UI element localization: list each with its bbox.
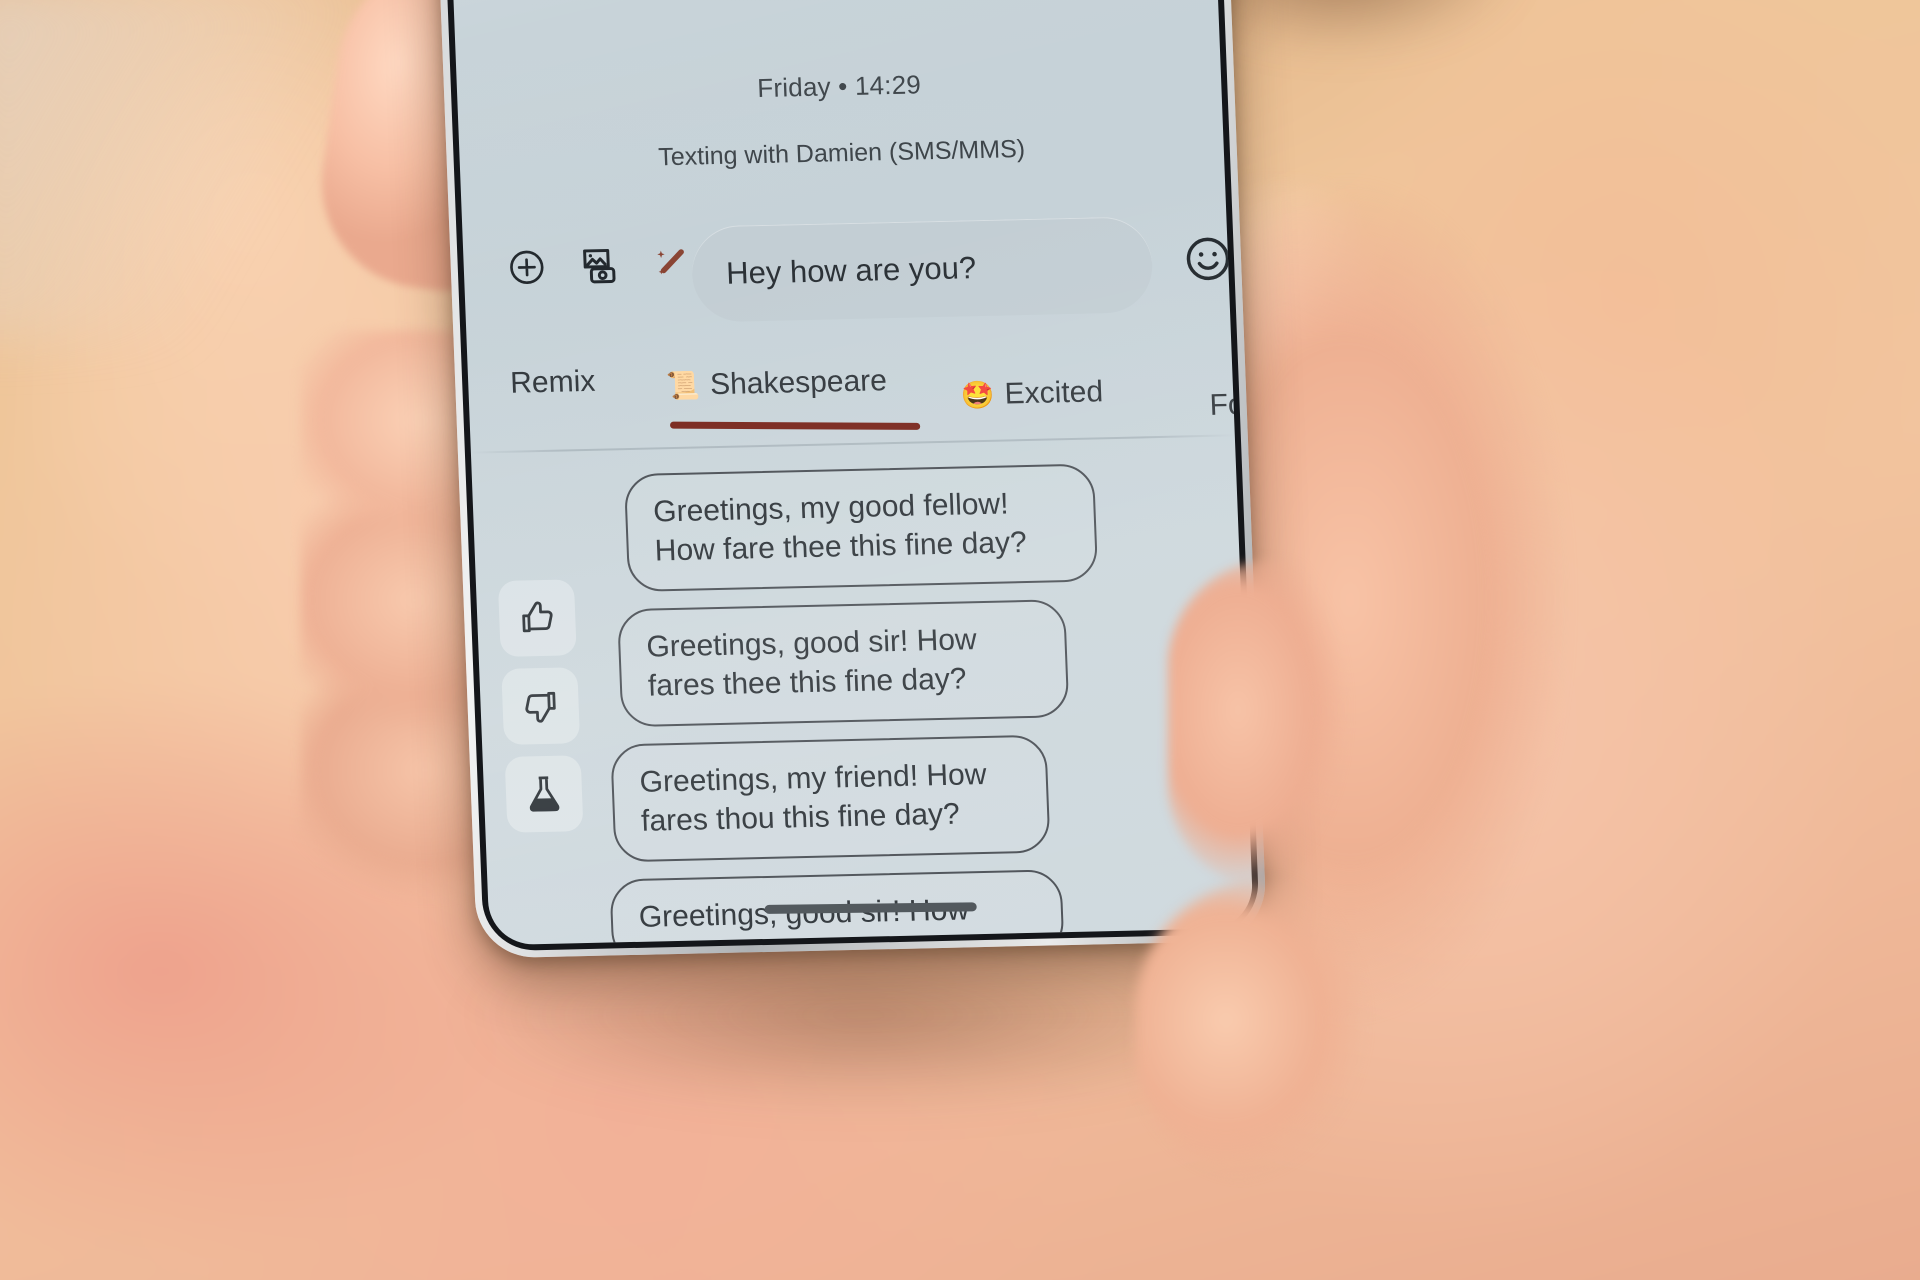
magic-wand-icon[interactable]	[649, 243, 693, 286]
lab-flask-icon[interactable]	[504, 755, 584, 833]
scroll-icon: 📜	[665, 369, 701, 401]
compose-bar: Hey how are you? SMS	[462, 208, 1231, 345]
smartphone: Friday • 14:29 Texting with Damien (SMS/…	[432, 0, 1268, 959]
gallery-camera-icon[interactable]	[577, 244, 621, 287]
suggestion-bubble[interactable]: Greetings, good sir! How fares thee this…	[617, 599, 1070, 728]
suggestion-bubble[interactable]: Greetings, my friend! How fares thou thi…	[610, 734, 1051, 863]
active-tab-indicator	[669, 421, 921, 430]
style-tabs: Remix 📜 Shakespeare 🤩 Excited Formal	[467, 336, 1254, 449]
tab-remix[interactable]: Remix	[510, 365, 596, 401]
tab-shakespeare-label: Shakespeare	[709, 364, 888, 402]
hand-index-finger	[1168, 560, 1378, 890]
compose-icon-row	[505, 243, 693, 289]
suggestion-list: Greetings, my good fellow! How fare thee…	[609, 461, 1227, 946]
thumbs-down-icon[interactable]	[501, 667, 581, 745]
thumbs-up-icon[interactable]	[497, 579, 577, 657]
hand-middle-finger	[1136, 880, 1396, 1180]
feedback-rail	[497, 579, 584, 833]
tab-remix-label: Remix	[509, 364, 596, 400]
tab-excited-label: Excited	[1004, 375, 1104, 411]
star-struck-icon: 🤩	[960, 379, 996, 410]
phone-screen: Friday • 14:29 Texting with Damien (SMS/…	[446, 0, 1254, 946]
plus-circle-icon[interactable]	[505, 246, 549, 289]
emoji-icon[interactable]	[1181, 232, 1235, 285]
message-input-value: Hey how are you?	[725, 250, 977, 291]
tab-shakespeare[interactable]: 📜 Shakespeare	[666, 364, 888, 403]
conversation-timestamp: Friday • 14:29	[756, 69, 922, 104]
suggestion-bubble[interactable]: Greetings, my good fellow! How fare thee…	[623, 463, 1099, 593]
message-input[interactable]: Hey how are you?	[690, 216, 1155, 323]
tab-excited[interactable]: 🤩 Excited	[960, 375, 1103, 412]
conversation-subtitle: Texting with Damien (SMS/MMS)	[657, 135, 1026, 172]
